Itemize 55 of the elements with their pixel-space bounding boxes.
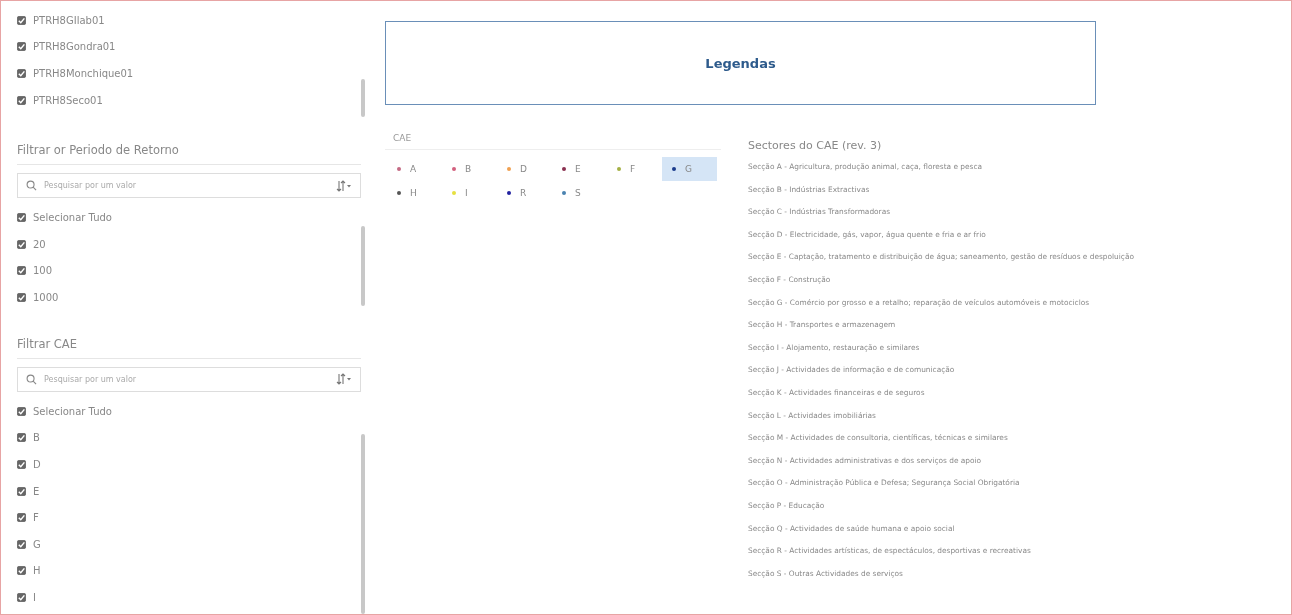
checkbox-icon[interactable] [17,239,26,249]
station-checkbox-item[interactable]: PTRH8Gondra01 [17,33,361,61]
search-icon [26,180,37,192]
filter-checkbox-item[interactable]: 20 [17,230,361,258]
legend-chip[interactable]: B [442,157,497,181]
filter-title: Filtrar or Periodo de Retorno [17,117,361,165]
checkbox-icon[interactable] [17,406,26,416]
legend-title: Legendas [705,55,776,71]
checkbox-icon[interactable] [17,266,26,276]
checkbox-icon[interactable] [17,592,26,602]
checkbox-icon[interactable] [17,539,26,549]
checkbox-icon[interactable] [17,486,26,496]
search-icon [26,373,37,385]
filter-checkbox-item[interactable]: 100 [17,257,361,285]
checkbox-icon[interactable] [17,292,26,302]
legend-chip[interactable]: A [387,157,442,181]
station-checkbox-item[interactable]: PTRH8GIlab01 [17,7,361,34]
filter-checkbox-item[interactable]: H [17,557,361,585]
cae-title: CAE [385,133,721,150]
legend-chip[interactable]: R [497,181,552,205]
filter-checkbox-item[interactable]: F [17,504,361,531]
sort-icon[interactable] [336,373,352,386]
filter-checkbox-item[interactable]: G [17,530,361,558]
checkbox-icon[interactable] [17,433,26,443]
filter-checkbox-item[interactable]: 1000 [17,284,361,311]
checkbox-icon[interactable] [17,566,26,576]
legend-chip[interactable]: I [442,181,497,205]
filter-checkbox-item[interactable]: I [17,584,361,611]
checkbox-icon[interactable] [17,213,26,223]
checkbox-icon[interactable] [17,15,26,25]
checkbox-icon[interactable] [17,69,26,78]
filter-checkbox-item[interactable]: Selecionar Tudo [17,398,361,425]
sectors-title: Sectores do CAE (rev. 3) [748,139,883,152]
legend-chip[interactable]: E [552,157,607,181]
legend-chip[interactable]: G [662,157,717,181]
filter-checkbox-item[interactable]: E [17,477,361,505]
checkbox-icon[interactable] [17,513,26,523]
filter-checkbox-item[interactable]: Selecionar Tudo [17,204,361,231]
search-bar[interactable]: Pesquisar por um valor [17,173,361,199]
checkbox-icon[interactable] [17,460,26,469]
legend-chip[interactable]: D [497,157,552,181]
sort-icon[interactable] [336,179,352,192]
filter-title: Filtrar CAE [17,310,361,359]
legend-chip[interactable]: H [387,181,442,205]
search-bar[interactable]: Pesquisar por um valor [17,366,361,392]
search-input[interactable]: Pesquisar por um valor [42,180,331,192]
station-checkbox-item[interactable]: PTRH8Seco01 [17,86,361,114]
search-input[interactable]: Pesquisar por um valor [42,373,331,385]
filter-checkbox-item[interactable]: D [17,451,361,478]
checkbox-icon[interactable] [17,42,26,52]
legend-chip[interactable]: S [552,181,607,205]
legend-chip[interactable]: F [607,157,662,181]
checkbox-icon[interactable] [17,95,26,105]
station-checkbox-item[interactable]: PTRH8Monchique01 [17,60,361,87]
filter-checkbox-item[interactable]: B [17,424,361,452]
